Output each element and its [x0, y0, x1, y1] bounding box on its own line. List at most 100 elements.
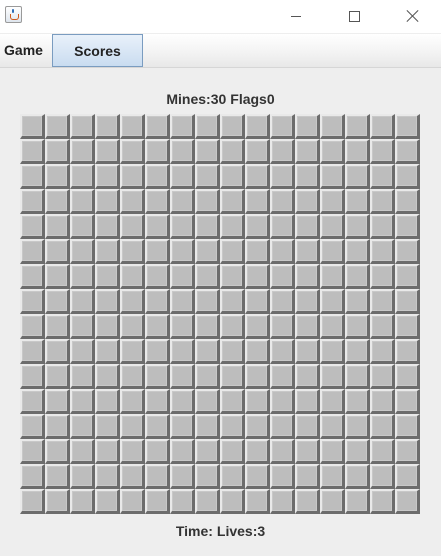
mine-cell[interactable] — [45, 214, 70, 239]
mine-cell[interactable] — [45, 114, 70, 139]
mine-cell[interactable] — [20, 364, 45, 389]
mine-cell[interactable] — [20, 414, 45, 439]
mine-cell[interactable] — [395, 489, 420, 514]
mine-cell[interactable] — [145, 314, 170, 339]
mine-cell[interactable] — [245, 239, 270, 264]
mine-cell[interactable] — [220, 114, 245, 139]
mine-cell[interactable] — [220, 439, 245, 464]
mine-cell[interactable] — [20, 389, 45, 414]
mine-cell[interactable] — [220, 489, 245, 514]
mine-cell[interactable] — [370, 414, 395, 439]
mine-cell[interactable] — [345, 189, 370, 214]
mine-cell[interactable] — [220, 314, 245, 339]
mine-cell[interactable] — [95, 139, 120, 164]
mine-cell[interactable] — [320, 289, 345, 314]
mine-cell[interactable] — [245, 139, 270, 164]
minimize-button[interactable] — [273, 0, 319, 32]
mine-cell[interactable] — [370, 214, 395, 239]
mine-cell[interactable] — [295, 114, 320, 139]
mine-cell[interactable] — [220, 289, 245, 314]
menu-game[interactable]: Game — [0, 34, 47, 66]
mine-cell[interactable] — [45, 264, 70, 289]
mine-cell[interactable] — [20, 489, 45, 514]
mine-cell[interactable] — [120, 364, 145, 389]
mine-cell[interactable] — [195, 389, 220, 414]
mine-cell[interactable] — [370, 289, 395, 314]
mine-cell[interactable] — [20, 289, 45, 314]
mine-cell[interactable] — [45, 464, 70, 489]
mine-cell[interactable] — [120, 289, 145, 314]
mine-cell[interactable] — [70, 339, 95, 364]
mine-cell[interactable] — [195, 139, 220, 164]
mine-cell[interactable] — [370, 139, 395, 164]
mine-cell[interactable] — [220, 339, 245, 364]
mine-cell[interactable] — [120, 239, 145, 264]
mine-cell[interactable] — [70, 264, 95, 289]
mine-cell[interactable] — [145, 289, 170, 314]
mine-cell[interactable] — [320, 164, 345, 189]
mine-cell[interactable] — [370, 314, 395, 339]
mine-cell[interactable] — [95, 464, 120, 489]
mine-cell[interactable] — [95, 264, 120, 289]
mine-cell[interactable] — [145, 464, 170, 489]
mine-cell[interactable] — [120, 314, 145, 339]
mine-cell[interactable] — [220, 364, 245, 389]
mine-cell[interactable] — [270, 264, 295, 289]
mine-cell[interactable] — [270, 314, 295, 339]
mine-cell[interactable] — [20, 239, 45, 264]
mine-cell[interactable] — [395, 389, 420, 414]
mine-cell[interactable] — [270, 214, 295, 239]
mine-cell[interactable] — [170, 114, 195, 139]
mine-cell[interactable] — [270, 464, 295, 489]
mine-cell[interactable] — [195, 289, 220, 314]
mine-cell[interactable] — [145, 439, 170, 464]
mine-cell[interactable] — [195, 364, 220, 389]
mine-cell[interactable] — [70, 139, 95, 164]
mine-cell[interactable] — [20, 189, 45, 214]
mine-cell[interactable] — [70, 439, 95, 464]
mine-cell[interactable] — [170, 139, 195, 164]
mine-cell[interactable] — [170, 489, 195, 514]
mine-cell[interactable] — [245, 339, 270, 364]
mine-cell[interactable] — [170, 464, 195, 489]
mine-cell[interactable] — [270, 339, 295, 364]
mine-cell[interactable] — [245, 264, 270, 289]
mine-cell[interactable] — [95, 439, 120, 464]
mine-cell[interactable] — [195, 464, 220, 489]
mine-cell[interactable] — [320, 139, 345, 164]
mine-cell[interactable] — [320, 239, 345, 264]
mine-cell[interactable] — [70, 164, 95, 189]
mine-cell[interactable] — [170, 214, 195, 239]
mine-cell[interactable] — [270, 489, 295, 514]
mine-cell[interactable] — [220, 164, 245, 189]
mine-cell[interactable] — [70, 114, 95, 139]
mine-cell[interactable] — [320, 439, 345, 464]
mine-cell[interactable] — [170, 239, 195, 264]
mine-cell[interactable] — [45, 164, 70, 189]
mine-cell[interactable] — [270, 389, 295, 414]
mine-cell[interactable] — [195, 489, 220, 514]
mine-cell[interactable] — [395, 339, 420, 364]
mine-cell[interactable] — [245, 414, 270, 439]
mine-cell[interactable] — [395, 114, 420, 139]
mine-cell[interactable] — [220, 239, 245, 264]
mine-cell[interactable] — [120, 414, 145, 439]
mine-cell[interactable] — [245, 189, 270, 214]
mine-cell[interactable] — [395, 189, 420, 214]
mine-cell[interactable] — [220, 464, 245, 489]
mine-cell[interactable] — [395, 464, 420, 489]
mine-cell[interactable] — [345, 389, 370, 414]
mine-cell[interactable] — [145, 164, 170, 189]
mine-cell[interactable] — [295, 314, 320, 339]
mine-cell[interactable] — [95, 339, 120, 364]
mine-cell[interactable] — [120, 264, 145, 289]
mine-cell[interactable] — [370, 364, 395, 389]
mine-cell[interactable] — [120, 439, 145, 464]
mine-cell[interactable] — [345, 289, 370, 314]
mine-cell[interactable] — [95, 364, 120, 389]
mine-cell[interactable] — [45, 189, 70, 214]
mine-cell[interactable] — [70, 239, 95, 264]
mine-cell[interactable] — [270, 114, 295, 139]
mine-cell[interactable] — [320, 339, 345, 364]
mine-cell[interactable] — [345, 489, 370, 514]
